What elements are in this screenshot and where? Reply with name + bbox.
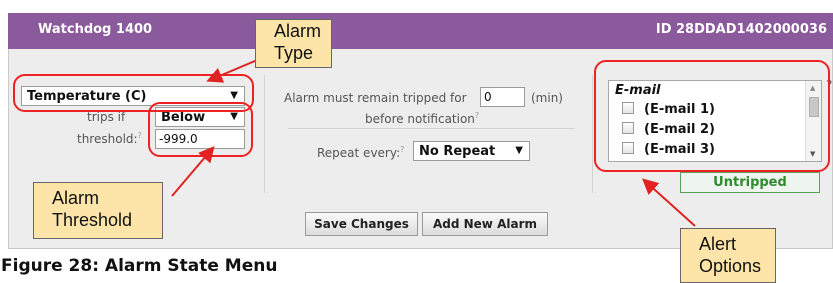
alarm-type-callout: Alarm Type xyxy=(255,19,332,68)
callout-line: Threshold xyxy=(52,210,133,230)
threshold-arrow xyxy=(171,145,215,197)
alert-options-arrow xyxy=(642,178,696,227)
alarm-threshold-callout: Alarm Threshold xyxy=(33,182,163,239)
callout-line: Options xyxy=(699,256,762,276)
callout-line: Type xyxy=(274,43,314,63)
figure-caption: Figure 28: Alarm State Menu xyxy=(1,256,278,276)
alert-options-callout: Alert Options xyxy=(680,228,776,283)
callout-line: Alert xyxy=(699,234,737,254)
callout-line: Alarm xyxy=(274,21,322,41)
callout-line: Alarm xyxy=(52,188,100,208)
